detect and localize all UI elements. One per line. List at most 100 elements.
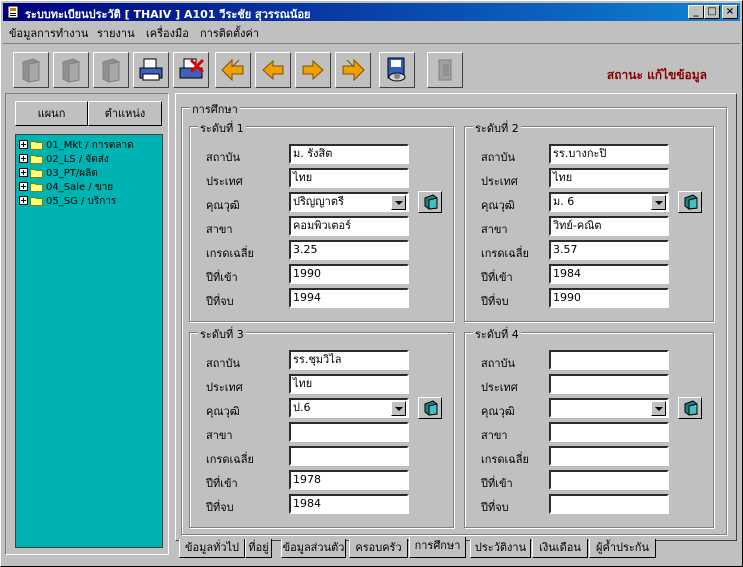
chevron-down-icon[interactable] xyxy=(651,401,666,416)
gpa-field[interactable] xyxy=(289,446,409,466)
label-year-out: ปีที่จบ xyxy=(206,501,234,514)
degree-select[interactable] xyxy=(549,398,669,418)
edit-button[interactable] xyxy=(93,52,129,88)
year-out-field[interactable]: 1990 xyxy=(549,288,669,308)
department-tree[interactable]: 01_Mkt / การตลาด 02_LS / จัดส่ง 03_PT/ผลิต… xyxy=(15,134,163,548)
label-gpa: เกรดเฉลี่ย xyxy=(481,453,529,466)
year-in-field[interactable] xyxy=(549,470,669,490)
tree-node-label: 04_Sale / ขาย xyxy=(46,182,114,193)
exit-button[interactable] xyxy=(427,52,463,88)
tab-bar: ข้อมูลทั่วไป ที่อยู่ ข้อมูลส่วนตัว ครอบครัว… xyxy=(175,537,737,559)
position-button[interactable]: ตำแหน่ง xyxy=(88,101,162,126)
first-button[interactable] xyxy=(215,52,251,88)
institution-field[interactable]: ม. รังสิต xyxy=(289,144,409,164)
minimize-button[interactable]: _ xyxy=(688,5,704,19)
institution-field[interactable] xyxy=(549,350,669,370)
label-major: สาขา xyxy=(206,223,233,236)
expand-plus-icon[interactable] xyxy=(19,168,28,177)
expand-plus-icon[interactable] xyxy=(19,182,28,191)
label-gpa: เกรดเฉลี่ย xyxy=(481,247,529,260)
tab-5[interactable]: การศึกษา xyxy=(409,537,466,558)
close-button[interactable]: × xyxy=(722,5,738,19)
menu-report[interactable]: รายงาน xyxy=(97,24,135,42)
degree-select[interactable]: ปริญญาตรี xyxy=(289,192,409,212)
title-bar[interactable]: ระบบทะเบียนประวัติ [ THAIV ] A101 วีระชั… xyxy=(3,3,740,21)
book-lookup-icon xyxy=(424,400,438,416)
degree-value: ป.6 xyxy=(293,401,311,414)
search-button[interactable] xyxy=(379,52,415,88)
last-button[interactable] xyxy=(335,52,371,88)
label-year-in: ปีที่เข้า xyxy=(481,271,513,284)
label-gpa: เกรดเฉลี่ย xyxy=(206,453,254,466)
book-lookup-icon xyxy=(684,400,698,416)
year-in-field[interactable]: 1990 xyxy=(289,264,409,284)
label-gpa: เกรดเฉลี่ย xyxy=(206,247,254,260)
left-panel: แผนก ตำแหน่ง 01_Mkt / การตลาด 02_LS / จัด… xyxy=(5,93,169,555)
year-out-field[interactable]: 1984 xyxy=(289,494,409,514)
arrow-right-icon xyxy=(302,59,324,81)
prev-button[interactable] xyxy=(255,52,291,88)
country-field[interactable]: ไทย xyxy=(289,374,409,394)
year-in-field[interactable]: 1984 xyxy=(549,264,669,284)
degree-lookup-button[interactable] xyxy=(678,191,702,213)
chevron-down-icon[interactable] xyxy=(651,195,666,210)
degree-lookup-button[interactable] xyxy=(418,191,442,213)
education-group: การศึกษา ระดับที่ 1 สถาบัน ม. รังสิต ประเทศ… xyxy=(181,100,727,535)
tab-6[interactable]: ประวัติงาน xyxy=(470,539,531,558)
tree-node-label: 02_LS / จัดส่ง xyxy=(46,154,109,165)
degree-lookup-button[interactable] xyxy=(418,397,442,419)
double-arrow-right-icon xyxy=(342,58,365,82)
major-field[interactable]: วิทย์-คณิต xyxy=(549,216,669,236)
label-degree: คุณวุฒิ xyxy=(481,405,515,418)
gpa-field[interactable] xyxy=(549,446,669,466)
first-record-button[interactable] xyxy=(13,52,49,88)
institution-field[interactable]: รร.บางกะปิ xyxy=(549,144,669,164)
year-out-field[interactable]: 1994 xyxy=(289,288,409,308)
folder-icon xyxy=(30,169,43,178)
menu-tools[interactable]: เครื่องมือ xyxy=(146,24,189,42)
major-field[interactable] xyxy=(549,422,669,442)
book-icon xyxy=(22,58,40,83)
label-country: ประเทศ xyxy=(481,175,518,188)
country-field[interactable]: ไทย xyxy=(289,168,409,188)
label-year-out: ปีที่จบ xyxy=(481,295,509,308)
year-out-field[interactable] xyxy=(549,494,669,514)
chevron-down-icon[interactable] xyxy=(391,401,406,416)
disk-search-icon xyxy=(387,57,406,82)
book-lookup-icon xyxy=(424,194,438,210)
country-field[interactable]: ไทย xyxy=(549,168,669,188)
print-button[interactable] xyxy=(133,52,169,88)
label-major: สาขา xyxy=(481,429,508,442)
level-title: ระดับที่ 2 xyxy=(473,119,521,137)
tab-7[interactable]: เงินเดือน xyxy=(532,539,588,558)
expand-plus-icon[interactable] xyxy=(19,154,28,163)
institution-field[interactable]: รร.ชุมวิไล xyxy=(289,350,409,370)
expand-plus-icon[interactable] xyxy=(19,196,28,205)
tab-8[interactable]: ผู้ค้ำประกัน xyxy=(589,539,656,558)
gpa-field[interactable]: 3.57 xyxy=(549,240,669,260)
maximize-button[interactable]: □ xyxy=(704,5,720,19)
major-field[interactable] xyxy=(289,422,409,442)
gpa-field[interactable]: 3.25 xyxy=(289,240,409,260)
book-icon xyxy=(102,58,120,83)
department-button[interactable]: แผนก xyxy=(15,101,88,126)
chevron-down-icon[interactable] xyxy=(391,195,406,210)
label-year-in: ปีที่เข้า xyxy=(206,271,238,284)
add-button[interactable] xyxy=(53,52,89,88)
menu-work-data[interactable]: ข้อมูลการทำงาน xyxy=(9,24,88,42)
year-in-field[interactable]: 1978 xyxy=(289,470,409,490)
degree-lookup-button[interactable] xyxy=(678,397,702,419)
tab-4[interactable]: ครอบครัว xyxy=(349,539,408,558)
tab-3[interactable]: ข้อมูลส่วนตัว xyxy=(281,539,346,558)
degree-select[interactable]: ป.6 xyxy=(289,398,409,418)
folder-icon xyxy=(30,197,43,206)
expand-plus-icon[interactable] xyxy=(19,140,28,149)
major-field[interactable]: คอมพิวเตอร์ xyxy=(289,216,409,236)
delete-button[interactable] xyxy=(173,52,209,88)
menu-settings[interactable]: การติดตั้งค่า xyxy=(200,24,259,42)
country-field[interactable] xyxy=(549,374,669,394)
next-button[interactable] xyxy=(295,52,331,88)
tab-2[interactable]: ที่อยู่ xyxy=(245,539,272,558)
degree-select[interactable]: ม. 6 xyxy=(549,192,669,212)
tab-1[interactable]: ข้อมูลทั่วไป xyxy=(179,539,245,558)
